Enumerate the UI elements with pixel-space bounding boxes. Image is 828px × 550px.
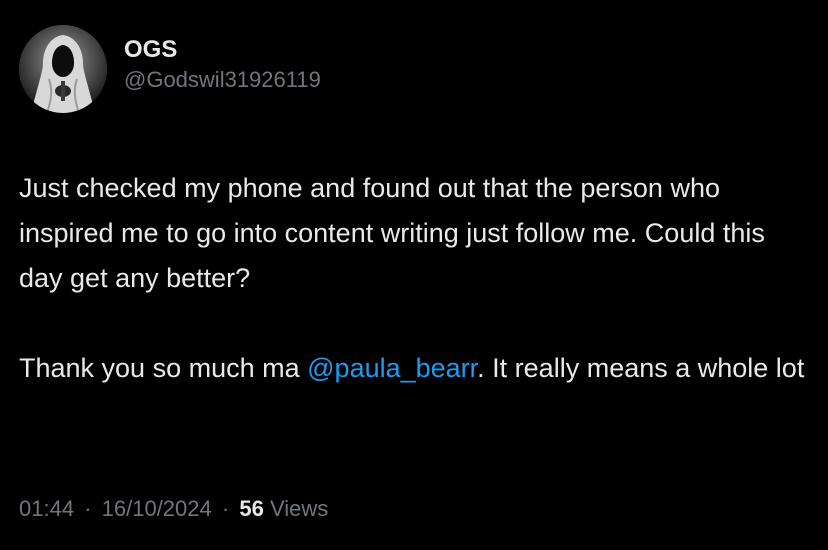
post-time[interactable]: 01:44 bbox=[19, 496, 74, 521]
paragraph-2-tail-text: . It really means a whole lot bbox=[477, 353, 805, 383]
tweet-paragraph-1: Just checked my phone and found out that… bbox=[19, 173, 765, 293]
tweet-text: Just checked my phone and found out that… bbox=[19, 166, 809, 391]
user-handle[interactable]: @Godswil31926119 bbox=[124, 66, 321, 94]
mention-link[interactable]: @paula_bearr bbox=[307, 353, 477, 383]
post-date[interactable]: 16/10/2024 bbox=[102, 496, 212, 521]
tweet-meta: 01:44 · 16/10/2024 · 56 Views bbox=[19, 492, 328, 526]
tweet-paragraph-2: Thank you so much ma @paula_bearr. It re… bbox=[19, 346, 809, 391]
meta-separator: · bbox=[84, 496, 92, 521]
hooded-figure-avatar-icon bbox=[19, 25, 107, 113]
views-label: Views bbox=[269, 496, 329, 521]
paragraph-2-lead-text: Thank you so much ma bbox=[19, 353, 308, 383]
meta-separator: · bbox=[221, 496, 230, 521]
author-names: OGS @Godswil31926119 bbox=[124, 36, 321, 94]
avatar[interactable] bbox=[19, 25, 107, 113]
views-count: 56 bbox=[239, 496, 264, 521]
display-name[interactable]: OGS bbox=[124, 36, 321, 64]
tweet: OGS @Godswil31926119 Just checked my pho… bbox=[0, 0, 828, 550]
